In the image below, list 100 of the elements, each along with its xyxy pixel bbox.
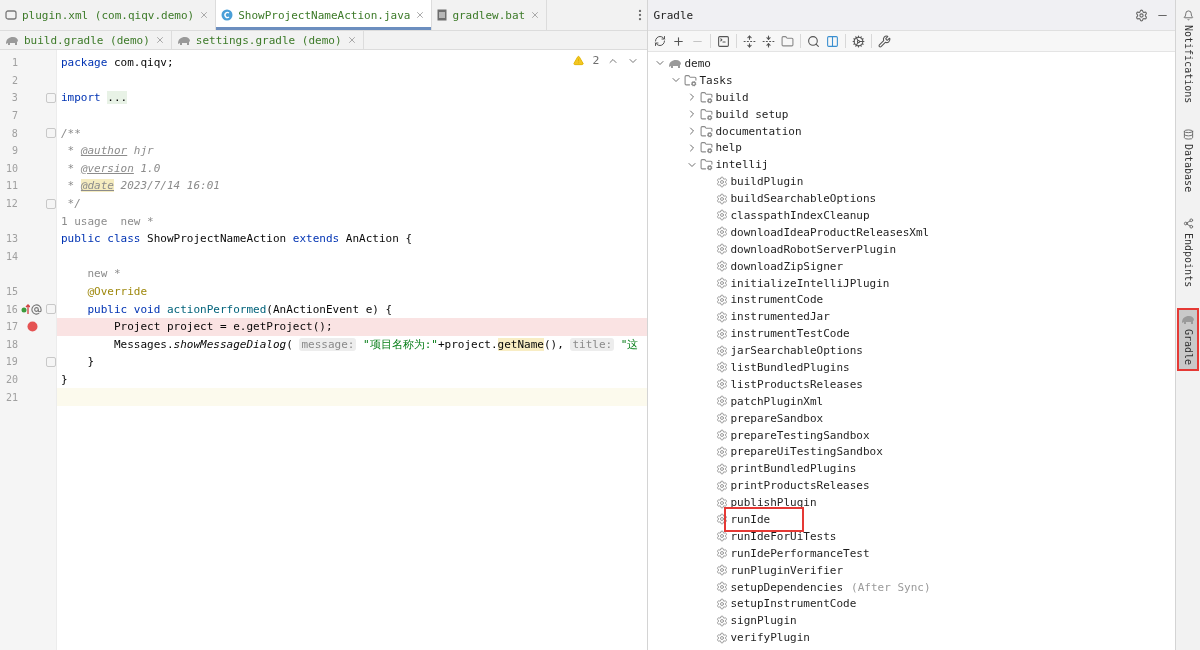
tree-item[interactable]: buildPlugin xyxy=(728,173,806,191)
side-tab[interactable]: Notifications xyxy=(1178,4,1198,110)
gear-icon xyxy=(716,614,729,627)
breakpoint-icon[interactable] xyxy=(26,321,38,333)
tree-item[interactable]: jarSearchableOptions xyxy=(728,342,865,360)
gear-icon xyxy=(716,445,729,458)
tree-item[interactable]: initializeIntelliJPlugin xyxy=(728,274,892,292)
add-icon[interactable] xyxy=(672,34,686,48)
tree-item[interactable]: listProductsReleases xyxy=(728,375,865,393)
tree-item[interactable]: listBundledPlugins xyxy=(728,359,852,376)
code-line: } xyxy=(60,373,68,386)
wrench-icon[interactable] xyxy=(878,34,892,48)
close-icon[interactable] xyxy=(530,10,541,20)
fold-marker[interactable] xyxy=(46,356,56,367)
gear-icon xyxy=(716,631,729,644)
code-line: /** xyxy=(60,126,81,140)
line-number: 15 xyxy=(4,286,18,297)
tree-item[interactable]: signPlugin xyxy=(728,612,799,630)
close-icon[interactable] xyxy=(199,10,210,20)
columns-icon[interactable] xyxy=(826,34,840,48)
warning-icon[interactable] xyxy=(573,55,585,66)
tree-item[interactable]: help xyxy=(713,139,744,157)
tree-item[interactable]: buildSearchableOptions xyxy=(728,190,879,207)
tree-item[interactable]: downloadIdeaProductReleasesXml xyxy=(728,223,932,241)
close-icon[interactable] xyxy=(346,35,357,45)
line-number: 19 xyxy=(4,356,18,368)
tree-item[interactable]: printBundledPlugins xyxy=(728,460,859,478)
warning-count[interactable]: 2 xyxy=(592,54,600,67)
tree-item[interactable]: patchPluginXml xyxy=(728,392,826,410)
tree-item[interactable]: downloadZipSigner xyxy=(728,257,846,275)
line-number: 20 xyxy=(4,374,18,385)
code-line: */ xyxy=(66,197,81,211)
gear-icon xyxy=(716,344,729,357)
tree-item[interactable]: build xyxy=(713,88,751,106)
fold-marker[interactable] xyxy=(46,128,56,139)
tree-item[interactable]: classpathIndexCleanup xyxy=(728,207,872,224)
close-icon[interactable] xyxy=(154,35,165,45)
gear-icon xyxy=(716,412,729,425)
tree-item[interactable]: setupInstrumentCode xyxy=(728,595,859,613)
code-line: * @date 2023/7/14 16:01 xyxy=(66,179,220,193)
code-line: public void actionPerformed(AnActionEvent e) { xyxy=(86,302,393,316)
line-number: 17 xyxy=(4,321,18,333)
folder-gear-icon xyxy=(700,141,714,155)
fold-marker[interactable] xyxy=(46,198,56,209)
collapse-all-icon[interactable] xyxy=(762,34,776,48)
tree-item[interactable]: runIdePerformanceTest xyxy=(728,544,872,562)
fold-marker[interactable] xyxy=(46,304,56,315)
gear-icon xyxy=(716,310,729,323)
tree-item[interactable]: demo xyxy=(682,55,713,72)
code-line: * @version 1.0 xyxy=(66,161,161,175)
fold-marker[interactable] xyxy=(46,93,56,103)
tree-item[interactable]: prepareUiTestingSandbox xyxy=(728,443,885,461)
line-number: 2 xyxy=(10,74,18,86)
expand-all-icon[interactable] xyxy=(743,34,757,48)
code-lens: new * xyxy=(86,267,121,281)
gear-icon xyxy=(716,429,729,442)
line-number: 7 xyxy=(10,110,18,122)
editor-tab[interactable]: settings.gradle (demo) xyxy=(171,31,364,49)
tree-item[interactable]: downloadRobotServerPlugin xyxy=(728,240,899,258)
gear-icon xyxy=(716,277,729,289)
gear-icon xyxy=(716,479,729,492)
tree-item[interactable]: instrumentedJar xyxy=(728,308,832,326)
elephant-icon xyxy=(668,57,683,69)
code-line: public class ShowProjectNameAction extends AnAction { xyxy=(60,232,413,246)
panel-title: Gradle xyxy=(653,8,695,22)
reload-icon[interactable] xyxy=(654,35,667,47)
folder-icon[interactable] xyxy=(781,34,795,48)
side-tab[interactable]: Database xyxy=(1178,123,1198,199)
tree-item[interactable]: prepareTestingSandbox xyxy=(728,426,872,444)
tree-item[interactable]: publishPlugin xyxy=(728,494,819,512)
code-line: import ... xyxy=(60,91,128,105)
tree-item[interactable]: runPluginVerifier xyxy=(728,561,846,579)
side-tab[interactable]: Endpoints xyxy=(1178,212,1198,294)
line-number: 3 xyxy=(10,92,18,104)
tree-item[interactable]: setupDependencies xyxy=(728,578,846,596)
code-line: } xyxy=(86,355,95,369)
code-line: package com.qiqv; xyxy=(60,56,174,70)
elephant-icon xyxy=(176,34,191,46)
gear-icon xyxy=(716,378,729,391)
close-icon[interactable] xyxy=(415,10,426,20)
tree-item[interactable]: printProductsReleases xyxy=(728,477,872,495)
tree-item[interactable]: intellij xyxy=(713,156,771,174)
line-number: 12 xyxy=(4,198,18,210)
editor-tab[interactable]: ShowProjectNameAction.java xyxy=(216,0,433,30)
tree-item[interactable]: build setup xyxy=(713,105,791,123)
tree-item[interactable]: documentation xyxy=(713,122,804,140)
tree-item[interactable]: Tasks xyxy=(697,71,735,89)
tree-item[interactable]: runIdeForUiTests xyxy=(728,527,839,545)
tree-item[interactable]: instrumentTestCode xyxy=(728,325,852,343)
tree-item[interactable]: prepareSandbox xyxy=(728,409,826,427)
editor-tab[interactable]: build.gradle (demo) xyxy=(0,31,172,49)
tree-item[interactable]: instrumentCode xyxy=(728,291,826,309)
class-file-icon xyxy=(221,9,234,21)
editor-tab[interactable]: gradlew.bat xyxy=(432,0,548,30)
gear-icon xyxy=(716,564,729,577)
nodes-icon xyxy=(1182,218,1194,230)
tree-item[interactable]: verifyPlugin xyxy=(728,629,812,647)
side-tab[interactable]: Gradle xyxy=(1177,307,1199,371)
terminal-icon[interactable] xyxy=(717,34,731,48)
settings-icon[interactable] xyxy=(1135,8,1148,22)
